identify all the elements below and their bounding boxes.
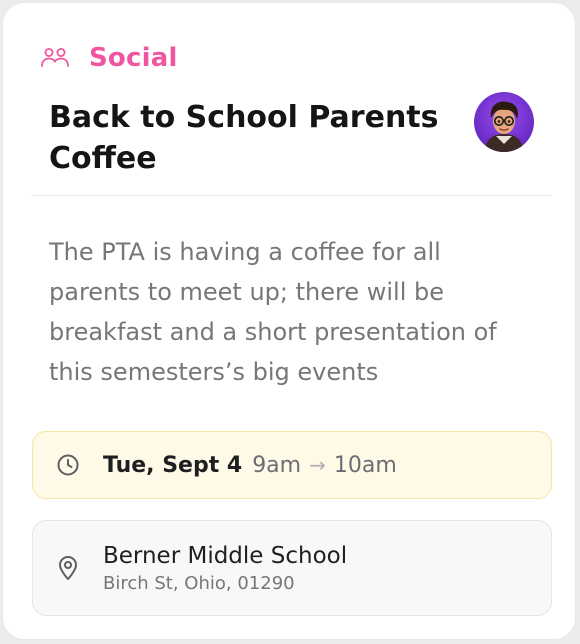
location-name: Berner Middle School bbox=[103, 542, 348, 569]
event-time[interactable]: Tue, Sept 4 9am → 10am bbox=[32, 431, 552, 499]
event-title: Back to School Parents Coffee bbox=[49, 100, 439, 176]
end-time: 10am bbox=[333, 452, 397, 478]
start-time: 9am bbox=[252, 452, 302, 478]
clock-icon bbox=[33, 453, 103, 477]
event-card: Social Back to School Parents Coffee The… bbox=[2, 2, 576, 640]
event-description: The PTA is having a coffee for all paren… bbox=[49, 238, 497, 386]
arrow-right-icon: → bbox=[309, 453, 326, 477]
divider bbox=[31, 195, 551, 196]
event-category: Social bbox=[39, 43, 178, 73]
map-pin-icon bbox=[33, 555, 103, 581]
people-group-icon bbox=[39, 46, 71, 70]
location-text: Berner Middle School Birch St, Ohio, 012… bbox=[103, 543, 347, 594]
event-location[interactable]: Berner Middle School Birch St, Ohio, 012… bbox=[32, 520, 552, 616]
event-date: Tue, Sept 4 bbox=[103, 452, 243, 478]
category-label: Social bbox=[89, 43, 178, 73]
location-address: Birch St, Ohio, 01290 bbox=[103, 572, 295, 594]
avatar[interactable] bbox=[474, 92, 534, 152]
